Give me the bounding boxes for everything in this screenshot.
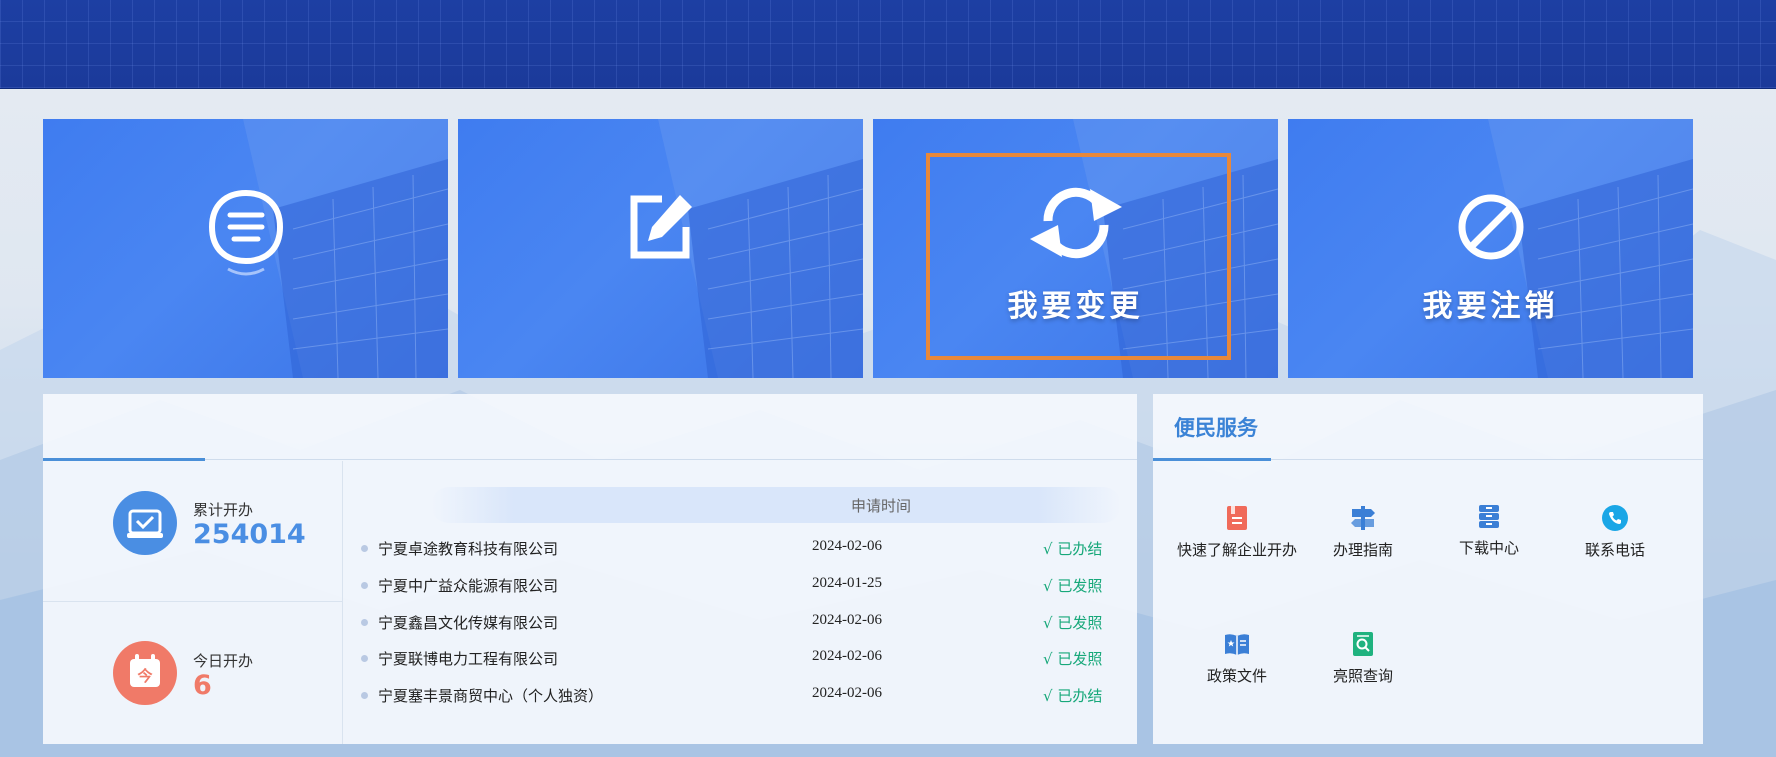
records-panel-header bbox=[43, 394, 1137, 461]
service-quick-start[interactable]: 快速了解企业开办 bbox=[1174, 504, 1300, 561]
bullet-dot bbox=[361, 618, 368, 626]
list-header-time: 申请时间 bbox=[851, 497, 912, 515]
company-name: 宁夏中广益众能源有限公司 bbox=[378, 576, 559, 595]
service-guide[interactable]: 办理指南 bbox=[1300, 504, 1426, 561]
service-license-query[interactable]: 亮照查询 bbox=[1300, 630, 1426, 687]
document-icon bbox=[1227, 506, 1247, 530]
bullet-dot bbox=[361, 692, 368, 700]
list-item[interactable]: 宁夏联博电力工程有限公司 2024-02-06 √ 已发照 bbox=[361, 640, 1131, 677]
service-label: 办理指南 bbox=[1332, 541, 1393, 559]
stat-total-label: 累计开办 bbox=[193, 501, 254, 519]
apply-date: 2024-02-06 bbox=[812, 685, 882, 702]
stats-column: 累计开办 254014 今 今日开办 6 bbox=[43, 461, 343, 744]
services-title: 便民服务 bbox=[1174, 416, 1258, 440]
bullet-dot bbox=[361, 655, 368, 663]
application-list: 宁夏卓途教育科技有限公司 2024-02-06 √ 已办结 宁夏中广益众能源有限… bbox=[361, 530, 1131, 714]
apply-date: 2024-02-06 bbox=[812, 648, 882, 665]
company-name: 宁夏鑫昌文化传媒有限公司 bbox=[378, 613, 559, 632]
highlight-box bbox=[926, 153, 1231, 360]
list-header: 申请时间 bbox=[431, 487, 1121, 523]
services-panel-header: 便民服务 bbox=[1153, 394, 1703, 461]
service-label: 政策文件 bbox=[1206, 667, 1267, 685]
company-name: 宁夏卓途教育科技有限公司 bbox=[378, 540, 559, 558]
apply-date: 2024-02-06 bbox=[812, 538, 882, 554]
certificate-icon bbox=[127, 509, 163, 538]
service-download[interactable]: 下载中心 bbox=[1426, 502, 1552, 559]
signpost-icon bbox=[1351, 506, 1375, 530]
company-name: 宁夏联博电力工程有限公司 bbox=[378, 650, 559, 669]
service-policy[interactable]: 政策文件 bbox=[1174, 630, 1300, 687]
calendar-icon: 今 bbox=[130, 654, 160, 687]
company-name: 宁夏塞丰景商贸中心（个人独资） bbox=[378, 687, 604, 706]
list-item[interactable]: 宁夏鑫昌文化传媒有限公司 2024-02-06 √ 已发照 bbox=[361, 604, 1131, 641]
service-label: 亮照查询 bbox=[1332, 667, 1393, 685]
stat-total: 累计开办 254014 bbox=[43, 461, 343, 602]
phone-icon bbox=[1602, 505, 1628, 531]
status-text: √ 已办结 bbox=[1043, 687, 1103, 706]
service-label: 联系电话 bbox=[1584, 541, 1645, 559]
calendar-icon-char: 今 bbox=[136, 667, 152, 685]
book-icon bbox=[1225, 634, 1249, 655]
status-text: √ 已发照 bbox=[1043, 613, 1103, 632]
stat-today-value: 6 bbox=[193, 670, 212, 701]
apply-date: 2024-02-06 bbox=[812, 611, 882, 628]
bullet-dot bbox=[361, 581, 368, 589]
stat-today-label: 今日开办 bbox=[193, 652, 254, 670]
bullet-dot bbox=[361, 545, 368, 552]
list-item[interactable]: 宁夏中广益众能源有限公司 2024-01-25 √ 已发照 bbox=[361, 567, 1131, 604]
stat-total-icon-circle bbox=[113, 491, 177, 555]
header-banner bbox=[0, 0, 1776, 89]
stat-today-icon-circle: 今 bbox=[113, 641, 177, 705]
service-contact[interactable]: 联系电话 bbox=[1552, 504, 1678, 561]
download-box-icon bbox=[1479, 505, 1499, 528]
list-item[interactable]: 宁夏卓途教育科技有限公司 2024-02-06 √ 已办结 bbox=[361, 530, 1131, 567]
cancel-icon bbox=[1458, 194, 1523, 260]
status-text: √ 已办结 bbox=[1043, 540, 1103, 558]
status-text: √ 已发照 bbox=[1043, 650, 1103, 669]
tab-underline bbox=[1153, 458, 1271, 461]
services-panel: 便民服务 快速了解企业开办 办理指南 下载中心 联系电话 政策文件 亮照查询 bbox=[1153, 394, 1703, 744]
list-circle-icon bbox=[208, 189, 283, 276]
apply-date: 2024-01-25 bbox=[812, 574, 882, 591]
list-item[interactable]: 宁夏塞丰景商贸中心（个人独资） 2024-02-06 √ 已办结 bbox=[361, 677, 1131, 714]
status-text: √ 已发照 bbox=[1043, 576, 1103, 595]
tile-establish[interactable] bbox=[43, 119, 448, 378]
stat-total-value: 254014 bbox=[193, 519, 306, 550]
service-label: 下载中心 bbox=[1458, 539, 1519, 557]
edit-icon bbox=[630, 195, 692, 259]
tile-cancel[interactable]: 我要注销 bbox=[1288, 119, 1693, 378]
service-label: 快速了解企业开办 bbox=[1176, 541, 1297, 559]
license-search-icon bbox=[1353, 632, 1373, 656]
stat-today: 今 今日开办 6 bbox=[43, 602, 343, 743]
tile-apply[interactable] bbox=[458, 119, 863, 378]
records-panel: 累计开办 254014 今 今日开办 6 申请时间 宁夏卓途教育科技有限公司 2… bbox=[43, 394, 1137, 744]
tile-label: 我要注销 bbox=[1422, 289, 1559, 324]
